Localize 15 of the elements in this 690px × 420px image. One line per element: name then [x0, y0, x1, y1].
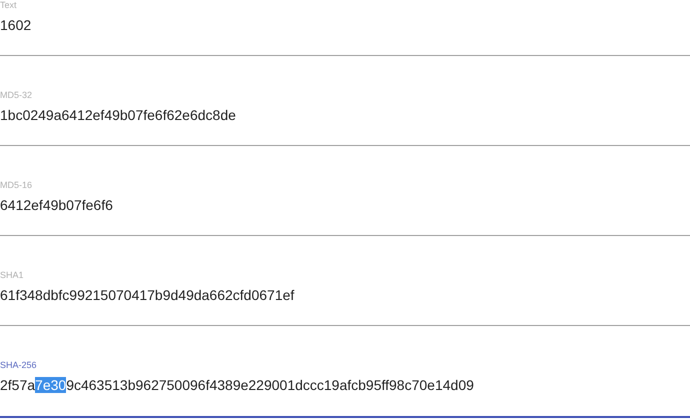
field-label: SHA1 [0, 270, 24, 280]
field-value: 2f57a7e309c463513b962750096f4389e229001dccc19afcb95ff98c70e14d09 [0, 376, 474, 394]
text-field[interactable]: MD5-32 1bc0249a6412ef49b07fe6f62e6dc8de [0, 90, 690, 146]
field-value: 1bc0249a6412ef49b07fe6f62e6dc8de [0, 106, 236, 124]
text-field[interactable]: SHA1 61f348dbfc99215070417b9d49da662cfd0671ef [0, 270, 690, 326]
field-label: Text [0, 0, 17, 10]
field-value: 6412ef49b07fe6f6 [0, 196, 113, 214]
text-field[interactable]: SHA-256 2f57a7e309c463513b962750096f4389e229001dccc19afcb95ff98c70e14d09 [0, 360, 690, 418]
field-label: SHA-256 [0, 360, 37, 370]
field-label: MD5-32 [0, 90, 32, 100]
text-field[interactable]: MD5-16 6412ef49b07fe6f6 [0, 180, 690, 236]
text-field[interactable]: Text 1602 [0, 0, 690, 56]
field-label: MD5-16 [0, 180, 32, 190]
field-value: 61f348dbfc99215070417b9d49da662cfd0671ef [0, 286, 294, 304]
field-value: 1602 [0, 16, 32, 34]
